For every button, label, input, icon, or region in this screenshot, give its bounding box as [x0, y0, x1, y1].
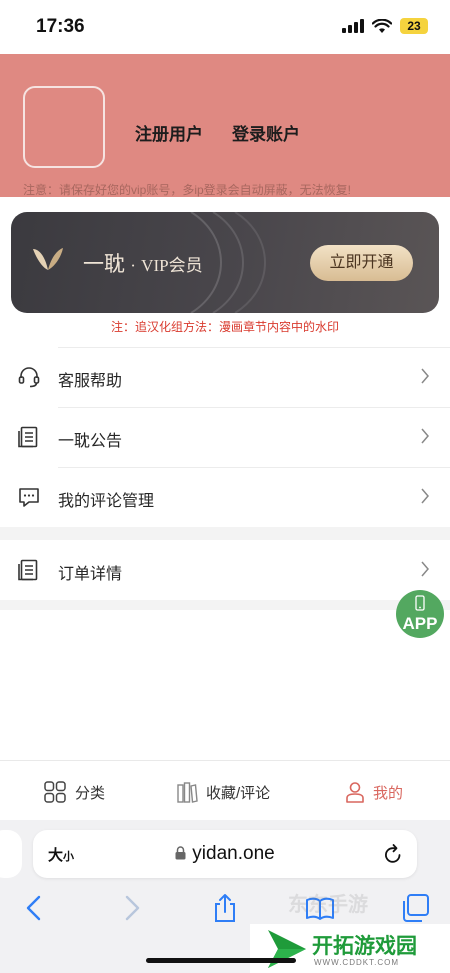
grid-icon [44, 781, 66, 803]
avatar[interactable] [23, 86, 105, 168]
download-app-button[interactable]: APP [396, 590, 444, 638]
vip-title: 一耽 · VIP会员 [83, 248, 203, 278]
watermark: 开拓游戏园 WWW.CDDKT.COM [250, 924, 450, 973]
vip-note: 注：追汉化组方法：漫画章节内容中的水印 [110, 320, 339, 334]
watermark-site: WWW.CDDKT.COM [314, 958, 399, 967]
bottom-tab-bar: 分类 收藏/评论 我的 [0, 760, 450, 820]
open-vip-button[interactable]: 立即开通 [310, 245, 413, 281]
tab-label: 收藏/评论 [206, 784, 271, 802]
vip-member-label: VIP会员 [141, 256, 203, 275]
url-display: yidan.one [33, 843, 417, 865]
tab-mine[interactable]: 我的 [345, 779, 403, 805]
menu-item-order-details[interactable]: 订单详情 [0, 540, 450, 600]
share-icon[interactable] [209, 892, 241, 924]
menu-item-label: 一耽公告 [58, 433, 123, 450]
books-icon [177, 782, 198, 803]
previous-tab-preview[interactable] [0, 830, 22, 878]
download-app-label: APP [402, 614, 438, 633]
vip-separator: · [130, 256, 136, 275]
url-text: yidan.one [192, 843, 275, 864]
wifi-icon [372, 18, 392, 33]
menu-item-label: 我的评论管理 [58, 493, 155, 510]
chevron-right-icon [421, 561, 429, 577]
vip-logo-icon [33, 248, 63, 270]
document-icon [18, 559, 38, 581]
watermark-logo-icon [268, 930, 306, 968]
menu-item-my-comments[interactable]: 我的评论管理 [0, 467, 450, 527]
menu-item-announcements[interactable]: 一耽公告 [0, 407, 450, 467]
watermark-name: 开拓游戏园 [312, 935, 417, 958]
comment-icon [19, 488, 39, 507]
vip-brand: 一耽 [83, 252, 125, 276]
chevron-right-icon [421, 428, 429, 444]
headset-icon [18, 367, 40, 388]
home-indicator[interactable] [146, 958, 296, 963]
document-icon [18, 426, 38, 448]
register-link[interactable]: 注册用户 [135, 120, 203, 145]
back-icon[interactable] [20, 892, 52, 924]
chevron-right-icon [421, 368, 429, 384]
signal-icon [342, 19, 364, 33]
menu-item-customer-service[interactable]: 客服帮助 [0, 347, 450, 407]
menu-item-label: 订单详情 [58, 566, 123, 583]
tab-label: 分类 [75, 784, 106, 802]
chevron-right-icon [421, 488, 429, 504]
forward-icon[interactable] [114, 892, 146, 924]
section-gap [0, 527, 450, 540]
reload-icon[interactable] [383, 843, 403, 865]
phone-icon [415, 595, 425, 611]
status-time: 17:36 [36, 16, 85, 37]
status-icons: 23 [342, 18, 428, 34]
tab-label: 我的 [373, 784, 404, 802]
user-icon [346, 782, 364, 803]
vip-card: 一耽 · VIP会员 立即开通 [11, 212, 439, 313]
lock-icon [175, 846, 186, 860]
battery-indicator: 23 [400, 18, 428, 34]
account-notice: 注意：请保存好您的vip账号，多ip登录会自动屏蔽，无法恢复! [23, 183, 352, 197]
tab-categories[interactable]: 分类 [43, 779, 105, 805]
faint-watermark: 东东手游 [288, 894, 368, 916]
login-link[interactable]: 登录账户 [232, 120, 300, 145]
address-bar[interactable]: 大小 yidan.one [33, 830, 417, 878]
menu-item-label: 客服帮助 [58, 373, 123, 390]
profile-header: 注册用户 登录账户 注意：请保存好您的vip账号，多ip登录会自动屏蔽，无法恢复… [0, 54, 450, 197]
tabs-icon[interactable] [399, 892, 431, 924]
status-bar: 17:36 23 [0, 0, 450, 54]
tab-favorites-comments[interactable]: 收藏/评论 [176, 779, 270, 805]
section-gap [0, 600, 450, 610]
